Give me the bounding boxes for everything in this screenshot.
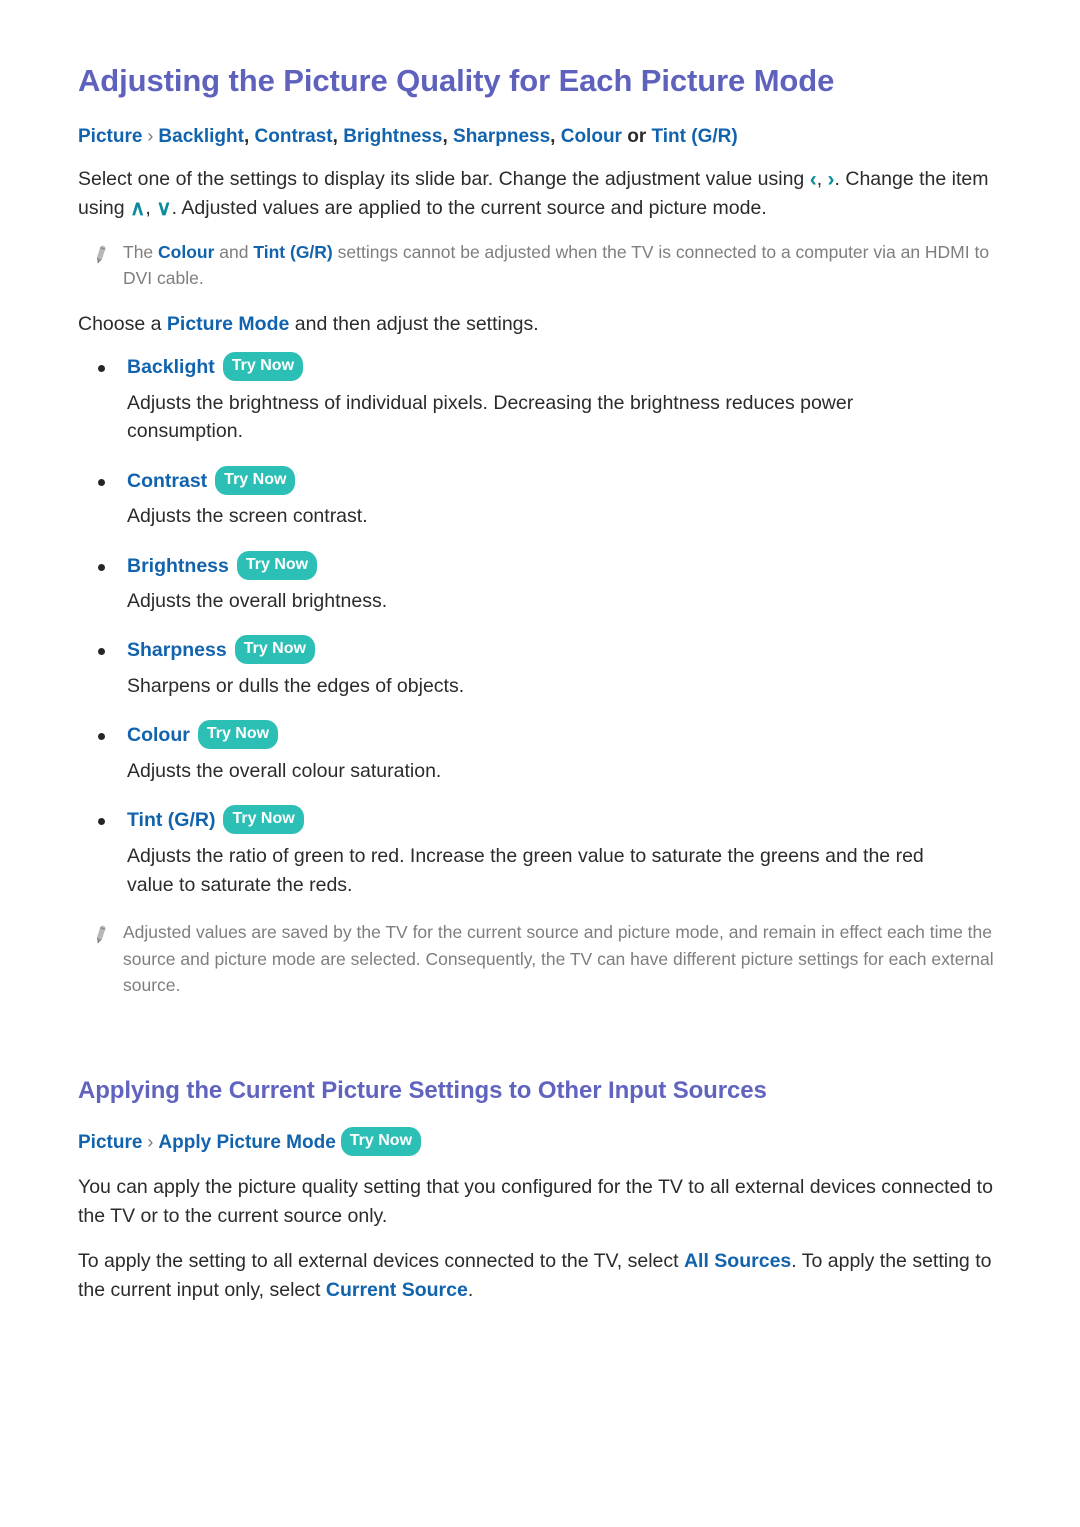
note-text-b: and [219,242,249,263]
chevron-up-icon: ∧ [130,197,146,221]
list-item-colour: Colour Try Now Adjusts the overall colou… [78,720,1002,786]
breadcrumb-item-picture[interactable]: Picture [78,126,142,147]
note-text-a: The [123,242,154,263]
choose-text-a: Choose a [78,312,162,335]
setting-header-backlight: Backlight Try Now [78,352,1002,383]
breadcrumb-item-brightness[interactable]: Brightness [343,126,442,147]
note-hdmi-dvi: The Colour and Tint (G/R) settings canno… [78,239,1002,292]
list-item-contrast: Contrast Try Now Adjusts the screen cont… [78,465,1002,531]
setting-label-brightness[interactable]: Brightness [127,555,229,578]
breadcrumb-item-tint[interactable]: Tint (G/R) [652,126,738,147]
setting-header-sharpness: Sharpness Try Now [78,635,1002,666]
intro-chevron-comma: , [816,168,823,191]
page-title: Adjusting the Picture Quality for Each P… [78,63,835,98]
section-title-apply-settings: Applying the Current Picture Settings to… [78,1077,767,1105]
link-current-source[interactable]: Current Source [326,1279,468,1301]
setting-header-brightness: Brightness Try Now [78,550,1002,581]
try-now-badge-sharpness[interactable]: Try Now [234,635,315,665]
intro-text-part-3: . Adjusted values are applied to the cur… [171,197,767,220]
intro-text-part-1: Select one of the settings to display it… [78,168,805,191]
choose-text-b: and then adjust the settings. [294,312,539,335]
bullet-icon [98,733,105,741]
link-picture-mode[interactable]: Picture Mode [167,313,289,335]
bullet-icon [98,818,105,826]
chevron-right-icon: › [827,168,835,192]
breadcrumb-item-sharpness[interactable]: Sharpness [453,126,550,147]
note-saved-values-text: Adjusted values are saved by the TV for … [123,922,994,995]
breadcrumb-item-contrast[interactable]: Contrast [255,126,333,147]
setting-description-contrast: Adjusts the screen contrast. [127,505,368,528]
bullet-icon [98,563,105,571]
link-all-sources[interactable]: All Sources [684,1250,791,1272]
breadcrumb-apply-picture-mode: Picture › Apply Picture Mode Try Now [78,1127,1002,1157]
try-now-badge-colour[interactable]: Try Now [197,720,279,750]
setting-label-colour[interactable]: Colour [127,724,190,747]
setting-description-tint: Adjusts the ratio of green to red. Incre… [127,844,924,896]
apply-settings-paragraph-2: To apply the setting to all external dev… [78,1247,1002,1305]
setting-description-brightness: Adjusts the overall brightness. [127,590,388,613]
bullet-icon [98,365,105,373]
intro-chevron-comma-2: , [145,197,151,220]
document-page: Adjusting the Picture Quality for Each P… [0,0,1080,1527]
apply-text-c: . [467,1278,474,1301]
breadcrumb-separator-icon: › [147,125,154,146]
list-item-backlight: Backlight Try Now Adjusts the brightness… [78,352,1002,447]
list-item-brightness: Brightness Try Now Adjusts the overall b… [78,550,1002,616]
apply-settings-paragraph-1: You can apply the picture quality settin… [78,1176,993,1228]
breadcrumb-item-colour[interactable]: Colour [561,126,622,147]
pencil-icon [90,924,110,946]
setting-label-backlight[interactable]: Backlight [127,356,215,379]
setting-label-sharpness[interactable]: Sharpness [127,639,227,662]
choose-picture-mode-paragraph: Choose a Picture Mode and then adjust th… [78,310,1002,339]
chevron-left-icon: ‹ [809,168,817,192]
breadcrumb-conjunction: or [627,125,647,147]
try-now-badge-apply-picture-mode[interactable]: Try Now [340,1127,422,1157]
breadcrumb-item-picture-2[interactable]: Picture [78,1132,142,1153]
setting-label-tint[interactable]: Tint (G/R) [127,809,215,832]
setting-description-backlight: Adjusts the brightness of individual pix… [127,391,854,443]
setting-header-tint: Tint (G/R) Try Now [78,805,1002,836]
pencil-icon [90,244,110,266]
bullet-icon [98,648,105,656]
note-link-tint[interactable]: Tint (G/R) [253,242,332,262]
breadcrumb-separator-icon-2: › [147,1132,154,1153]
setting-header-colour: Colour Try Now [78,720,1002,751]
try-now-badge-backlight[interactable]: Try Now [222,352,304,382]
bullet-icon [98,478,105,486]
breadcrumb-item-apply-picture-mode[interactable]: Apply Picture Mode [158,1132,335,1153]
try-now-badge-tint[interactable]: Try Now [223,805,304,835]
picture-settings-list: Backlight Try Now Adjusts the brightness… [78,352,1002,900]
breadcrumb-item-backlight[interactable]: Backlight [158,126,244,147]
list-item-sharpness: Sharpness Try Now Sharpens or dulls the … [78,635,1002,701]
setting-description-sharpness: Sharpens or dulls the edges of objects. [127,674,465,697]
list-item-tint: Tint (G/R) Try Now Adjusts the ratio of … [78,805,1002,900]
chevron-down-icon: ∨ [156,197,172,221]
try-now-badge-contrast[interactable]: Try Now [215,465,296,495]
note-saved-values: Adjusted values are saved by the TV for … [78,919,1002,998]
setting-label-contrast[interactable]: Contrast [127,470,207,493]
intro-paragraph: Select one of the settings to display it… [78,165,1002,223]
try-now-badge-brightness[interactable]: Try Now [236,550,318,580]
breadcrumb-picture-settings: Picture › Backlight, Contrast, Brightness,… [78,125,738,147]
apply-text-a: To apply the setting to all external dev… [78,1249,679,1272]
setting-header-contrast: Contrast Try Now [78,465,1002,496]
note-link-colour[interactable]: Colour [158,242,214,262]
setting-description-colour: Adjusts the overall colour saturation. [127,759,442,782]
note-hdmi-dvi-text: The Colour and Tint (G/R) settings canno… [123,239,1002,292]
